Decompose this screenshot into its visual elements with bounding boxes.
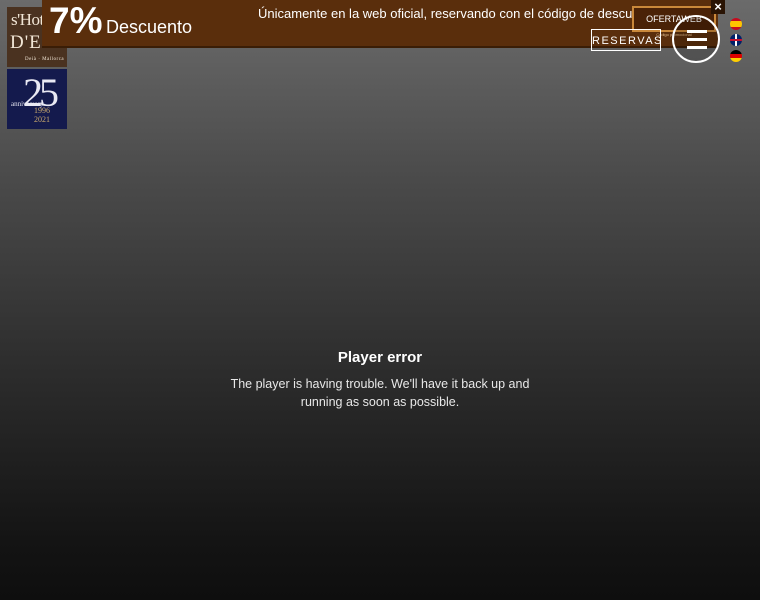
logo-line-3: Deià · Mallorca [25, 57, 65, 62]
hamburger-icon[interactable] [672, 15, 720, 63]
promo-percent: 7% [49, 0, 103, 41]
menu-bar [687, 46, 707, 49]
anniversary-year-start: 1996 [34, 106, 50, 115]
promo-title: Descuento [106, 17, 193, 37]
menu-bar [687, 30, 707, 33]
player-error-title: Player error [337, 349, 423, 366]
reservas-button[interactable]: RESERVAS [591, 29, 661, 51]
menu-bar [687, 38, 707, 41]
close-icon[interactable]: × [711, 0, 725, 14]
anniversary-year-end: 2021 [34, 115, 50, 124]
german-flag-icon[interactable] [730, 50, 742, 62]
spanish-flag-icon[interactable] [730, 18, 742, 30]
logo-line-1: s'Hot [11, 10, 44, 29]
player-error-message: The player is having trouble. We'll have… [230, 377, 530, 409]
promo-message: Únicamente en la web oficial, reservando… [258, 6, 658, 21]
english-flag-icon[interactable] [730, 34, 742, 46]
anniversary-badge: 25 anniversary 1996 2021 [7, 69, 67, 129]
